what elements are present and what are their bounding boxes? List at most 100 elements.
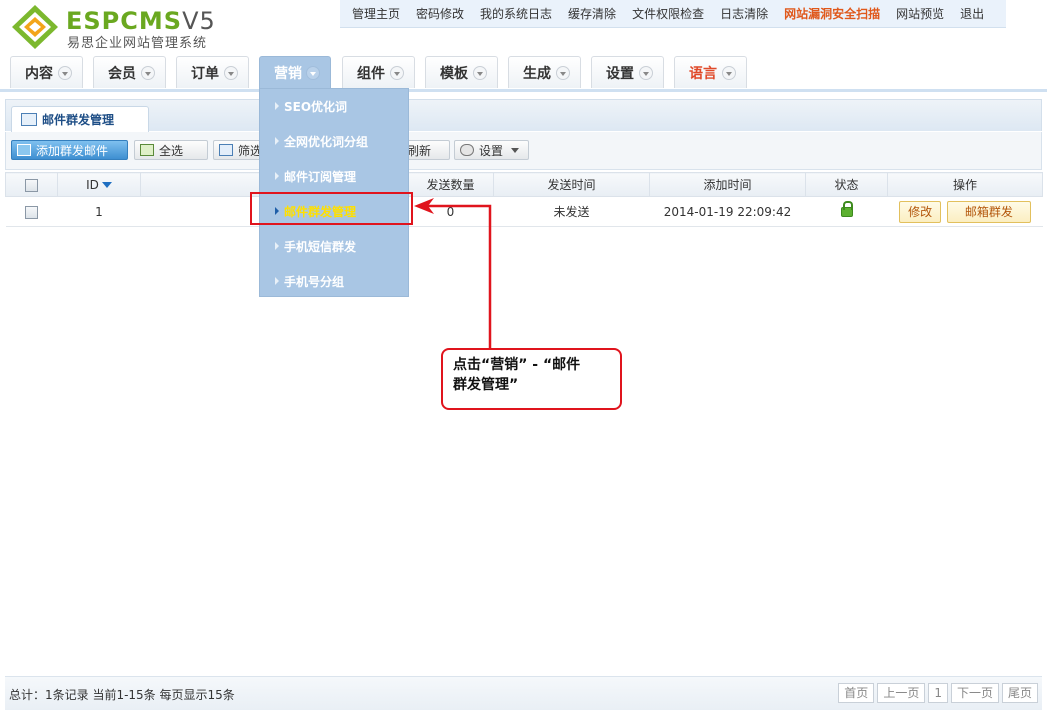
- footer-bar: 总计：1条记录 当前1-15条 每页显示15条 首页 上一页 1 下一页 尾页: [5, 676, 1042, 710]
- column-header-id[interactable]: ID: [57, 172, 141, 197]
- search-icon: [219, 144, 233, 156]
- toolbar: 添加群发邮件 全选 筛选 刷新 设置: [5, 132, 1042, 170]
- column-header-send-time: 发送时间: [493, 172, 650, 197]
- page-tab[interactable]: 邮件群发管理: [11, 106, 149, 132]
- add-mail-button[interactable]: 添加群发邮件: [11, 140, 128, 160]
- nav-tab-label: 生成: [523, 65, 551, 82]
- chevron-down-icon: [473, 66, 487, 80]
- column-header-added-time: 添加时间: [649, 172, 806, 197]
- page-next-button[interactable]: 下一页: [950, 683, 999, 703]
- settings-label: 设置: [479, 143, 504, 158]
- cell-send-time: 未发送: [493, 196, 650, 227]
- nav-tab-content[interactable]: 内容: [10, 56, 83, 88]
- nav-tab-members[interactable]: 会员: [93, 56, 166, 88]
- top-nav: 管理主页 密码修改 我的系统日志 缓存清除 文件权限检查 日志清除 网站漏洞安全…: [340, 0, 1007, 28]
- chevron-down-icon: [511, 147, 520, 153]
- topnav-preview[interactable]: 网站预览: [896, 0, 944, 28]
- menu-item-seo-keywords[interactable]: SEO优化词: [260, 89, 410, 124]
- topnav-permission-check[interactable]: 文件权限检查: [632, 0, 704, 28]
- nav-tab-label: 组件: [357, 65, 385, 82]
- topnav-logout[interactable]: 退出: [960, 0, 984, 28]
- pagination: 首页 上一页 1 下一页 尾页: [838, 683, 1038, 703]
- table-header-row: ID 邮 发送数量 发送时间 添加时间 状态 操作: [5, 172, 1043, 197]
- select-all-checkbox[interactable]: [25, 178, 38, 192]
- nav-tab-components[interactable]: 组件: [342, 56, 415, 88]
- menu-item-sms-broadcast[interactable]: 手机短信群发: [260, 229, 410, 264]
- annotation-callout: 点击“营销” - “邮件 群发管理”: [441, 348, 622, 410]
- page-last-button[interactable]: 尾页: [1001, 683, 1038, 703]
- window-icon: [21, 113, 37, 126]
- page-tab-bar: 邮件群发管理: [5, 99, 1042, 132]
- nav-tab-language[interactable]: 语言: [674, 56, 747, 88]
- chevron-down-icon: [639, 66, 653, 80]
- data-table: ID 邮 发送数量 发送时间 添加时间 状态 操作 1 0: [5, 172, 1043, 227]
- logo-title: ESPCMSV5: [66, 7, 216, 35]
- page-prev-button[interactable]: 上一页: [877, 683, 926, 703]
- nav-tab-label: 语言: [689, 65, 717, 82]
- gear-icon: [460, 144, 474, 156]
- nav-tab-settings[interactable]: 设置: [591, 56, 664, 88]
- select-all-label: 全选: [159, 143, 184, 158]
- chevron-down-icon: [306, 66, 320, 80]
- topnav-home[interactable]: 管理主页: [352, 0, 400, 28]
- app-window: ESPCMSV5 易思企业网站管理系统 管理主页 密码修改 我的系统日志 缓存清…: [0, 0, 1047, 712]
- header-checkbox-cell: [5, 172, 58, 197]
- topnav-password[interactable]: 密码修改: [416, 0, 464, 28]
- settings-button[interactable]: 设置: [454, 140, 529, 160]
- topnav-syslog[interactable]: 我的系统日志: [480, 0, 552, 28]
- nav-tab-label: 内容: [25, 65, 53, 82]
- page-first-button[interactable]: 首页: [838, 683, 875, 703]
- topnav-clear-log[interactable]: 日志清除: [720, 0, 768, 28]
- row-checkbox-cell: [5, 196, 58, 227]
- cell-count: 0: [407, 196, 494, 227]
- column-header-label: ID: [86, 177, 99, 192]
- mass-mail-button[interactable]: 邮箱群发: [946, 200, 1031, 223]
- nav-tab-label: 会员: [108, 65, 136, 82]
- logo-mark-icon: [12, 5, 58, 49]
- annotation-line-2: 群发管理”: [453, 377, 519, 393]
- annotation-highlight-box: [250, 192, 413, 225]
- unlock-icon[interactable]: [840, 201, 853, 217]
- record-summary: 总计：1条记录 当前1-15条 每页显示15条: [9, 688, 235, 702]
- sort-desc-icon: [101, 182, 112, 188]
- nav-tab-templates[interactable]: 模板: [425, 56, 498, 88]
- chevron-down-icon: [390, 66, 404, 80]
- refresh-label: 刷新: [407, 143, 432, 158]
- menu-item-phone-groups[interactable]: 手机号分组: [260, 264, 410, 299]
- chevron-down-icon: [722, 66, 736, 80]
- cell-status: [805, 196, 888, 227]
- nav-tab-label: 模板: [440, 65, 468, 82]
- nav-tab-generate[interactable]: 生成: [508, 56, 581, 88]
- row-checkbox[interactable]: [25, 205, 38, 219]
- edit-icon: [17, 144, 31, 156]
- nav-tab-orders[interactable]: 订单: [176, 56, 249, 88]
- chevron-down-icon: [141, 66, 155, 80]
- header: ESPCMSV5 易思企业网站管理系统 管理主页 密码修改 我的系统日志 缓存清…: [0, 0, 1047, 92]
- nav-tab-label: 设置: [606, 65, 634, 82]
- nav-tab-label: 订单: [191, 65, 219, 82]
- topnav-security-scan[interactable]: 网站漏洞安全扫描: [784, 0, 880, 28]
- nav-tab-marketing[interactable]: 营销: [259, 56, 331, 88]
- chevron-down-icon: [58, 66, 72, 80]
- edit-button[interactable]: 修改: [899, 200, 942, 223]
- column-header-status: 状态: [805, 172, 888, 197]
- menu-item-keyword-groups[interactable]: 全网优化词分组: [260, 124, 410, 159]
- page-tab-label: 邮件群发管理: [42, 113, 115, 127]
- logo: ESPCMSV5 易思企业网站管理系统: [10, 4, 220, 51]
- select-all-icon: [140, 144, 154, 156]
- annotation-line-1: 点击“营销” - “邮件: [453, 357, 581, 373]
- cell-actions: 修改 邮箱群发: [887, 196, 1043, 227]
- main-nav: 内容 会员 订单 营销 组件 模板 生成 设置 语言: [0, 56, 1047, 92]
- column-header-count: 发送数量: [407, 172, 494, 197]
- page-number-button[interactable]: 1: [928, 683, 948, 703]
- chevron-down-icon: [224, 66, 238, 80]
- add-mail-label: 添加群发邮件: [36, 143, 109, 158]
- logo-subtitle: 易思企业网站管理系统: [67, 36, 208, 51]
- column-header-actions: 操作: [887, 172, 1043, 197]
- table-row: 1 0 未发送 2014-01-19 22:09:42 修改 邮箱群发: [5, 196, 1043, 227]
- nav-tab-label: 营销: [274, 65, 302, 82]
- topnav-clear-cache[interactable]: 缓存清除: [568, 0, 616, 28]
- cell-added-time: 2014-01-19 22:09:42: [649, 196, 806, 227]
- menu-item-mail-subscriptions[interactable]: 邮件订阅管理: [260, 159, 410, 194]
- select-all-button[interactable]: 全选: [134, 140, 208, 160]
